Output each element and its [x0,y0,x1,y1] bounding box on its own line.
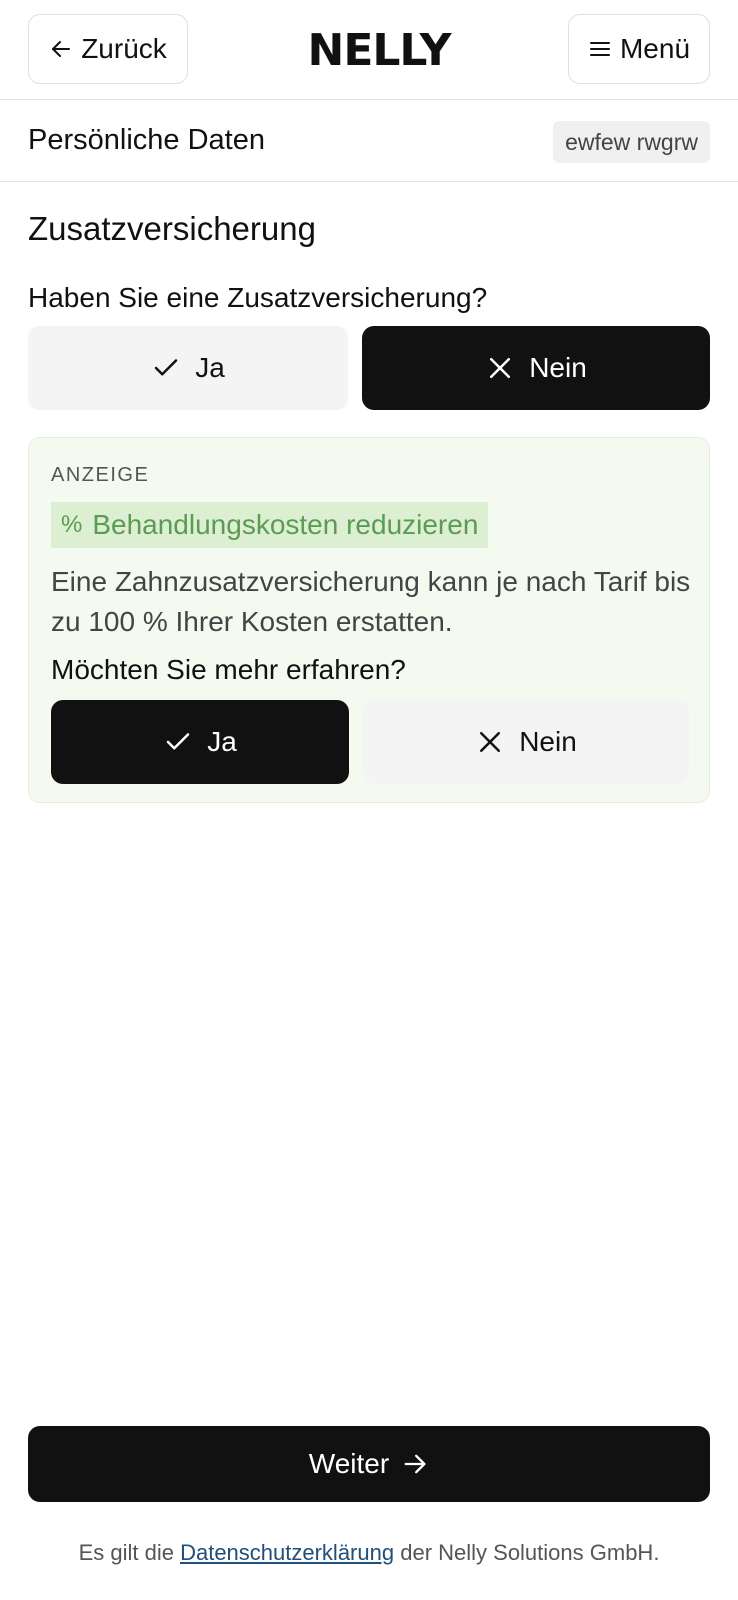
privacy-link[interactable]: Datenschutzerklärung [180,1540,394,1565]
ad-card: ANZEIGE % Behandlungskosten reduzieren E… [28,437,710,803]
privacy-suffix: der Nelly Solutions GmbH. [400,1540,660,1565]
logo-text: NELLY [307,24,452,76]
hamburger-icon [589,42,610,56]
page-title: Zusatzversicherung [28,210,316,247]
ad-highlight: % Behandlungskosten reduzieren [51,502,489,548]
back-button-label: Zurück [81,33,167,64]
arrow-left-icon [52,41,71,57]
question-label: Haben Sie eine Zusatzversicherung? [28,282,488,313]
user-name-badge: ewfew rwgrw [553,121,710,163]
arrow-right-icon [404,1454,426,1474]
privacy-note: Es gilt die Datenschutzerklärung der Nel… [0,1540,738,1566]
ad-highlight-text: Behandlungskosten reduzieren [92,509,479,540]
section-header-title: Persönliche Daten [28,124,265,156]
ad-question: Möchten Sie mehr erfahren? [51,654,406,685]
section-header: Persönliche Daten ewfew rwgrw [0,100,738,182]
ad-description: Eine Zahnzusatzversicherung kann je nach… [51,566,691,637]
check-icon [154,359,178,376]
ad-yes-button[interactable]: Ja [51,700,349,784]
answer-yes-label: Ja [195,352,225,383]
ad-no-label: Nein [519,726,577,757]
answer-no-label: Nein [529,352,587,383]
ad-yes-label: Ja [207,726,237,757]
answer-yes-button[interactable]: Ja [28,326,348,410]
percent-icon: % [61,511,83,538]
close-icon [480,732,501,752]
back-button[interactable]: Zurück [28,14,188,84]
check-icon [166,733,190,750]
nelly-logo[interactable]: NELLY [308,25,452,76]
next-button-label: Weiter [308,1448,390,1479]
menu-button[interactable]: Menü [568,14,710,84]
privacy-prefix: Es gilt die [78,1540,174,1565]
ad-no-button[interactable]: Nein [363,700,689,784]
next-button[interactable]: Weiter [28,1426,710,1502]
answer-no-button[interactable]: Nein [362,326,710,410]
close-icon [490,358,511,378]
ad-label: ANZEIGE [51,464,150,486]
menu-button-label: Menü [619,33,691,64]
top-bar: Zurück NELLY Menü [0,0,738,100]
